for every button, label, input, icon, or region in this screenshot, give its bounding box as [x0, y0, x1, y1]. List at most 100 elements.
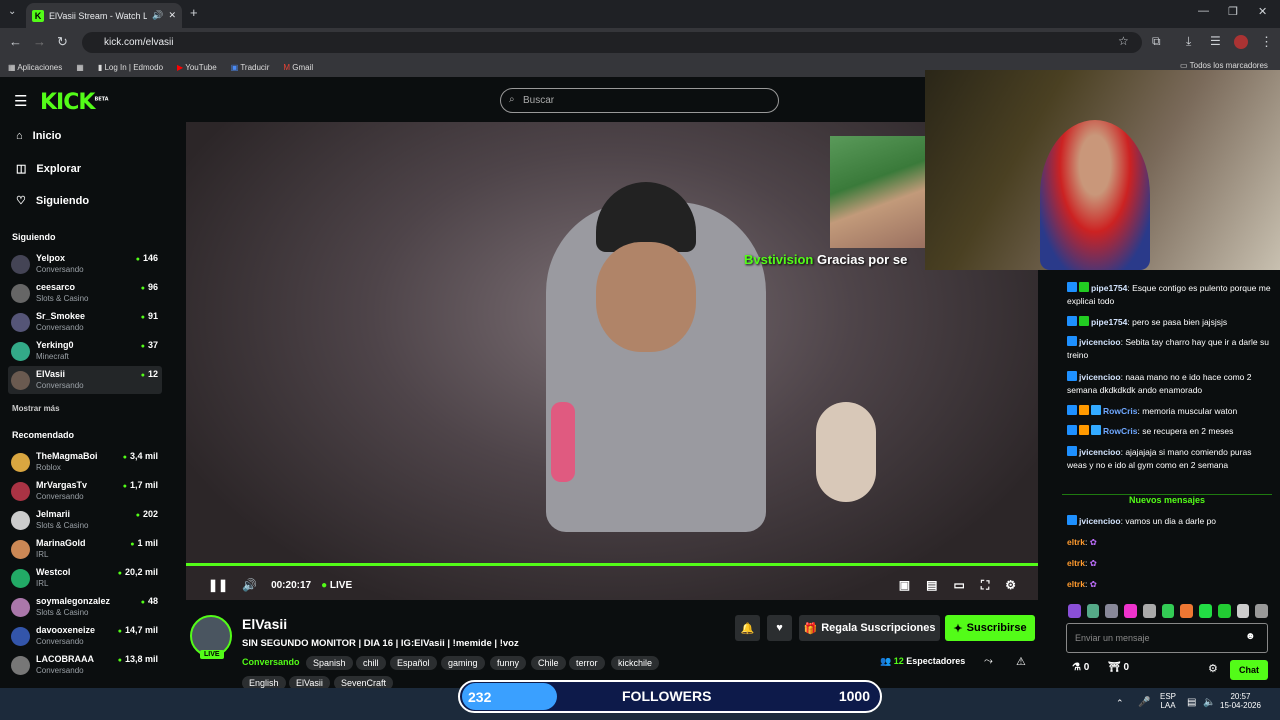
reload-icon[interactable]: ↻ — [57, 34, 68, 50]
emote-icon[interactable] — [1180, 604, 1194, 618]
bookmark-youtube[interactable]: ▶ YouTube — [177, 63, 217, 72]
notification-bell-button[interactable]: 🔔 — [735, 615, 760, 641]
emote-bar — [1068, 604, 1269, 618]
emote-icon[interactable] — [1255, 604, 1269, 618]
sidebar-channel-mrvargastv[interactable]: MrVargasTvConversando1,7 mil — [8, 477, 162, 505]
chat-message: pipe1754: Esque contigo es pulento porqu… — [1067, 282, 1271, 306]
emote-icon[interactable] — [1199, 604, 1212, 618]
bookmark-apps[interactable]: ▦ Aplicaciones — [8, 63, 62, 72]
emote-icon[interactable] — [1142, 604, 1156, 618]
emote-icon[interactable] — [1236, 604, 1250, 618]
miniplayer-icon[interactable]: ▣ — [899, 578, 910, 592]
all-bookmarks[interactable]: ▭ Todos los marcadores — [1180, 61, 1268, 70]
tray-chevron-icon[interactable]: ⌃ — [1116, 698, 1124, 709]
browser-tab[interactable]: K ElVasii Stream - Watch Live 🔊 ✕ — [26, 3, 182, 28]
tab-close-icon[interactable]: ✕ — [168, 10, 176, 21]
volume-icon[interactable]: 🔊 — [242, 578, 257, 592]
sidebar-channel-yelpox[interactable]: YelpoxConversando146 — [8, 250, 162, 278]
window-close-icon[interactable]: ✕ — [1258, 5, 1267, 18]
emote-icon[interactable] — [1217, 604, 1231, 618]
restore-icon[interactable]: ❐ — [1228, 5, 1238, 18]
minimize-icon[interactable]: — — [1198, 5, 1209, 17]
sidebar-channel-westcol[interactable]: WestcolIRL20,2 mil — [8, 564, 162, 592]
menu-icon[interactable]: ⋮ — [1260, 34, 1273, 50]
bookmark-star-icon[interactable]: ☆ — [1118, 34, 1129, 48]
bookmark-edmodo[interactable]: ▮ Log In | Edmodo — [98, 63, 163, 72]
emote-icon[interactable] — [1105, 604, 1119, 618]
channel-points[interactable]: ⚗ 0 — [1072, 662, 1089, 673]
tag[interactable]: Chile — [531, 656, 566, 670]
network-icon[interactable]: ▤ — [1187, 697, 1196, 708]
chat-message-input[interactable]: Enviar un mensaje — [1066, 623, 1268, 653]
nav-siguiendo[interactable]: ♡ Siguiendo — [16, 194, 89, 208]
share-icon[interactable]: ⤳ — [984, 655, 993, 668]
sidebar-channel-elvasii[interactable]: ElVasiiConversando12 — [8, 366, 162, 394]
emote-icon[interactable] — [1124, 604, 1137, 618]
url-field[interactable]: kick.com/elvasii — [82, 32, 1142, 53]
progress-bar[interactable] — [186, 563, 1038, 566]
tag[interactable]: Español — [390, 656, 437, 670]
sidebar-channel-ceesarco[interactable]: ceesarcoSlots & Casino96 — [8, 279, 162, 307]
video-overlay-alert: Bvstivision Gracias por se — [744, 252, 908, 267]
volume-tray-icon[interactable]: 🔈 — [1203, 697, 1215, 708]
nav-inicio[interactable]: ⌂ Inicio — [16, 130, 61, 142]
profile-avatar[interactable] — [1234, 35, 1248, 49]
theater-mode-icon[interactable]: ▭ — [953, 578, 964, 592]
chat-send-button[interactable]: Chat — [1230, 660, 1268, 680]
tag[interactable]: gaming — [441, 656, 485, 670]
report-icon[interactable]: ⚠ — [1016, 655, 1026, 668]
show-more-link[interactable]: Mostrar más — [12, 404, 60, 413]
hamburger-menu-icon[interactable]: ☰ — [14, 92, 27, 110]
sidebar-channel-sr-smokee[interactable]: Sr_SmokeeConversando91 — [8, 308, 162, 336]
emote-icon[interactable] — [1161, 604, 1175, 618]
chat-settings-icon[interactable]: ⚙ — [1208, 662, 1218, 675]
sidebar-channel-marinagold[interactable]: MarinaGoldIRL1 mil — [8, 535, 162, 563]
tag[interactable]: kickchile — [611, 656, 660, 670]
language-indicator[interactable]: ESP LAA — [1160, 692, 1176, 710]
gift-count[interactable]: ⛩ 0 — [1108, 662, 1129, 673]
gift-subscriptions-button[interactable]: 🎁 Regala Suscripciones — [799, 615, 940, 641]
emote-icon[interactable] — [1086, 604, 1100, 618]
extensions-icon[interactable]: ⧉ — [1152, 34, 1161, 49]
pause-icon[interactable]: ❚❚ — [208, 578, 228, 592]
sidebar-channel-davooxeneize[interactable]: davooxeneizeConversando14,7 mil — [8, 622, 162, 650]
sidebar-channel-themagmaboi[interactable]: TheMagmaBoiRoblox3,4 mil — [8, 448, 162, 476]
download-icon[interactable]: ⤓ — [1186, 34, 1191, 49]
tag[interactable]: chill — [356, 656, 386, 670]
sidebar-channel-yerking0[interactable]: Yerking0Minecraft37 — [8, 337, 162, 365]
streamer-name[interactable]: ElVasii — [242, 616, 287, 632]
microphone-tray-icon[interactable]: 🎤 — [1138, 697, 1150, 708]
chat-message: eltrk: ✿ — [1067, 579, 1097, 589]
tag[interactable]: funny — [490, 656, 527, 670]
bookmark-grid-icon[interactable]: ▦ — [76, 63, 84, 72]
emote-icon[interactable] — [1068, 604, 1081, 618]
settings-gear-icon[interactable]: ⚙ — [1005, 578, 1016, 592]
fullscreen-icon[interactable]: ⛶ — [981, 578, 989, 593]
kick-logo[interactable]: KICKBETA — [40, 90, 109, 115]
follow-heart-button[interactable]: ♥ — [767, 615, 792, 641]
taskbar-clock[interactable]: 20:57 15-04-2026 — [1220, 692, 1261, 710]
tag[interactable]: Spanish — [306, 656, 353, 670]
bookmark-gmail[interactable]: M Gmail — [283, 63, 313, 72]
live-badge: LIVE — [200, 650, 224, 659]
search-input[interactable]: ⌕ Buscar — [500, 88, 779, 113]
nav-explorar[interactable]: ◫ Explorar — [16, 162, 81, 176]
sidebar-channel-soymalegonzalez[interactable]: soymalegonzalezSlots & Casino48 — [8, 593, 162, 621]
clip-icon[interactable]: ▤ — [926, 578, 937, 592]
bookmark-translate[interactable]: ▣ Traducir — [231, 63, 270, 72]
stream-category[interactable]: Conversando — [242, 657, 300, 667]
sidebar-channel-lacobraaa[interactable]: LACOBRAAAConversando13,8 mil — [8, 651, 162, 679]
forward-icon[interactable]: → — [33, 34, 46, 49]
back-icon[interactable]: ← — [9, 34, 22, 49]
kick-favicon-icon: K — [32, 9, 44, 22]
chat-message: jvicencioo: ajajajaja si mano comiendo p… — [1067, 446, 1252, 470]
new-tab-icon[interactable]: + — [190, 5, 198, 20]
reading-list-icon[interactable]: ☰ — [1210, 34, 1221, 48]
tag[interactable]: terror — [569, 656, 605, 670]
subscribe-button[interactable]: ✦ Suscribirse — [945, 615, 1035, 641]
sidebar-channel-jelmarii[interactable]: JelmariiSlots & Casino202 — [8, 506, 162, 534]
bell-icon: 🔔 — [740, 622, 755, 635]
tab-list-icon[interactable]: ⌄ — [8, 6, 16, 17]
emoji-picker-icon[interactable]: ☻ — [1245, 631, 1256, 642]
speaker-icon[interactable]: 🔊 — [152, 10, 163, 21]
